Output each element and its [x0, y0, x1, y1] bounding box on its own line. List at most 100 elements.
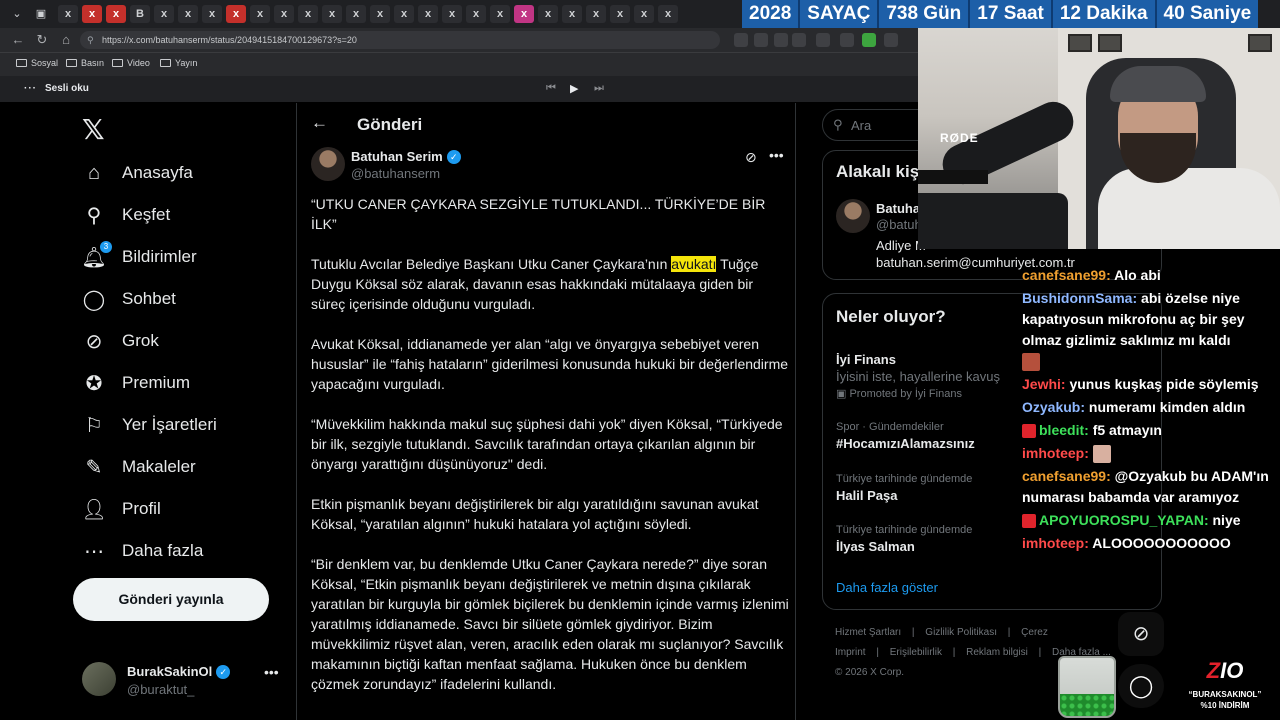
- x-logo-icon[interactable]: 𝕏: [82, 113, 105, 146]
- play-icon[interactable]: ▶: [570, 82, 578, 95]
- tab-favicon[interactable]: B: [130, 5, 150, 23]
- tip-jar-fill: [1060, 694, 1114, 716]
- tab-favicon[interactable]: x: [370, 5, 390, 23]
- tab-favicon[interactable]: x: [346, 5, 366, 23]
- nav-articles[interactable]: ✎ Makaleler: [82, 447, 196, 487]
- extension-icon[interactable]: [862, 33, 876, 47]
- url-field[interactable]: ⚲ https://x.com/batuhanserm/status/20494…: [80, 31, 720, 49]
- nav-more[interactable]: ⋯ Daha fazla: [82, 531, 203, 571]
- trend-sub: İyisini iste, hayallerine kavuş: [836, 369, 1001, 384]
- author-name[interactable]: Batuhan Serim ✓: [351, 149, 461, 164]
- browser-tab-bar: ⌄ ▣ xxxBxxxxxxxxxxxxxxxxxxxxxx 2028 SAYA…: [0, 0, 1280, 28]
- site-info-icon[interactable]: ⚲: [87, 31, 94, 49]
- tab-favicon[interactable]: x: [538, 5, 558, 23]
- chat-text: niye: [1212, 512, 1241, 528]
- tab-favicon[interactable]: x: [298, 5, 318, 23]
- chat-message: Jewhi: yunus kuşkaş pide söylemiş: [1022, 376, 1259, 392]
- previous-icon[interactable]: ⏮: [546, 82, 556, 95]
- bookmark-folder[interactable]: Basın: [66, 58, 104, 68]
- tab-favicon[interactable]: x: [250, 5, 270, 23]
- tab-favicon[interactable]: x: [418, 5, 438, 23]
- nav-bookmarks[interactable]: ⚐ Yer İşaretleri: [82, 405, 217, 445]
- extension-icon[interactable]: [884, 33, 898, 47]
- tab-favicon[interactable]: x: [274, 5, 294, 23]
- next-icon[interactable]: ⏭: [594, 82, 604, 95]
- extension-icon[interactable]: [816, 33, 830, 47]
- tab-favicon[interactable]: x: [562, 5, 582, 23]
- author-avatar[interactable]: [311, 147, 345, 181]
- nav-profile[interactable]: 👤︎ Profil: [81, 489, 160, 529]
- account-switcher[interactable]: BurakSakinOl ✓ @buraktut_ •••: [82, 658, 282, 702]
- nav-premium[interactable]: ✪ Premium: [82, 363, 190, 403]
- footer-link[interactable]: Imprint: [835, 647, 866, 658]
- reload-icon[interactable]: ↻: [34, 32, 50, 48]
- related-name[interactable]: Batuha: [876, 201, 920, 216]
- grok-float-button[interactable]: ⊘: [1118, 612, 1164, 656]
- trend-item[interactable]: İyi Finans İyisini iste, hayallerine kav…: [836, 349, 1000, 400]
- tab-favicon[interactable]: x: [634, 5, 654, 23]
- chat-badge-icon: [1022, 424, 1036, 439]
- more-icon[interactable]: •••: [264, 664, 279, 680]
- url-text: https://x.com/batuhanserm/status/2049415…: [102, 35, 357, 45]
- tab-favicon[interactable]: x: [154, 5, 174, 23]
- nav-label: Bildirimler: [122, 247, 197, 266]
- tab-favicon[interactable]: x: [490, 5, 510, 23]
- back-arrow-icon[interactable]: ←: [311, 113, 328, 133]
- read-aloud-label[interactable]: ··· Sesli oku: [24, 83, 89, 94]
- zoom-icon[interactable]: [754, 33, 768, 47]
- tab-favicon[interactable]: x: [658, 5, 678, 23]
- tab-favicon[interactable]: x: [394, 5, 414, 23]
- nav-explore[interactable]: ⚲ Keşfet: [82, 195, 171, 235]
- tab-list-icon[interactable]: ⌄: [8, 5, 26, 23]
- install-icon[interactable]: [734, 33, 748, 47]
- post-button[interactable]: Gönderi yayınla: [73, 578, 269, 621]
- wall-frame: [1068, 34, 1092, 52]
- footer-row: Hizmet Şartları | Gizlilik Politikası | …: [835, 623, 1155, 643]
- grok-icon[interactable]: ⊘: [745, 149, 757, 166]
- footer-link[interactable]: Gizlilik Politikası: [925, 627, 997, 638]
- show-more-link[interactable]: Daha fazla göster: [836, 580, 938, 595]
- more-icon[interactable]: •••: [769, 147, 784, 163]
- trend-item[interactable]: Türkiye tarihinde gündemde Halil Paşa: [836, 473, 972, 503]
- nav-chat[interactable]: ◯ Sohbet: [82, 279, 176, 319]
- bookmark-folder[interactable]: Video: [112, 58, 150, 68]
- workspace-icon[interactable]: ▣: [32, 5, 50, 23]
- footer-link[interactable]: Hizmet Şartları: [835, 627, 901, 638]
- tab-favicon[interactable]: x: [322, 5, 342, 23]
- nav-notifications[interactable]: 🔔︎ 3 Bildirimler: [81, 237, 197, 277]
- tab-favicon[interactable]: x: [202, 5, 222, 23]
- back-icon[interactable]: ←: [10, 32, 26, 48]
- tab-favicon[interactable]: x: [466, 5, 486, 23]
- chat-message: canefsane99: Alo abi: [1022, 267, 1161, 283]
- chat-username: Jewhi: [1022, 376, 1061, 392]
- bookmark-folder[interactable]: Yayın: [160, 58, 197, 68]
- chat-username: APOYUOROSPU_YAPAN: [1039, 512, 1204, 528]
- nav-grok[interactable]: ⊘ Grok: [82, 321, 159, 361]
- tab-favicon[interactable]: x: [514, 5, 534, 23]
- tab-favicon[interactable]: x: [82, 5, 102, 23]
- nav-home[interactable]: ⌂ Anasayfa: [82, 153, 193, 193]
- footer-link[interactable]: Çerez: [1021, 627, 1048, 638]
- trend-item[interactable]: Spor · Gündemdekiler #HocamızıAlamazsını…: [836, 421, 975, 451]
- home-browser-icon[interactable]: ⌂: [58, 32, 74, 48]
- author-handle[interactable]: @batuhanserm: [351, 166, 440, 181]
- bookmark-label: Video: [127, 58, 150, 68]
- bookmark-folder[interactable]: Sosyal: [16, 58, 58, 68]
- tab-favicon[interactable]: x: [442, 5, 462, 23]
- star-icon[interactable]: [792, 33, 806, 47]
- footer-link[interactable]: Reklam bilgisi: [966, 647, 1028, 658]
- notification-badge: 3: [100, 241, 112, 253]
- translate-icon[interactable]: [774, 33, 788, 47]
- messages-float-button[interactable]: ◯: [1118, 664, 1164, 708]
- extension-icon[interactable]: [840, 33, 854, 47]
- chat-text: yunus kuşkaş pide söylemiş: [1069, 376, 1259, 392]
- tab-favicon[interactable]: x: [586, 5, 606, 23]
- footer-link[interactable]: Erişilebilirlik: [890, 647, 942, 658]
- tab-favicon[interactable]: x: [178, 5, 198, 23]
- tab-favicon[interactable]: x: [226, 5, 246, 23]
- tab-favicon[interactable]: x: [106, 5, 126, 23]
- trend-item[interactable]: Türkiye tarihinde gündemde İlyas Salman: [836, 524, 972, 554]
- tab-favicon[interactable]: x: [58, 5, 78, 23]
- avatar[interactable]: [836, 199, 870, 233]
- tab-favicon[interactable]: x: [610, 5, 630, 23]
